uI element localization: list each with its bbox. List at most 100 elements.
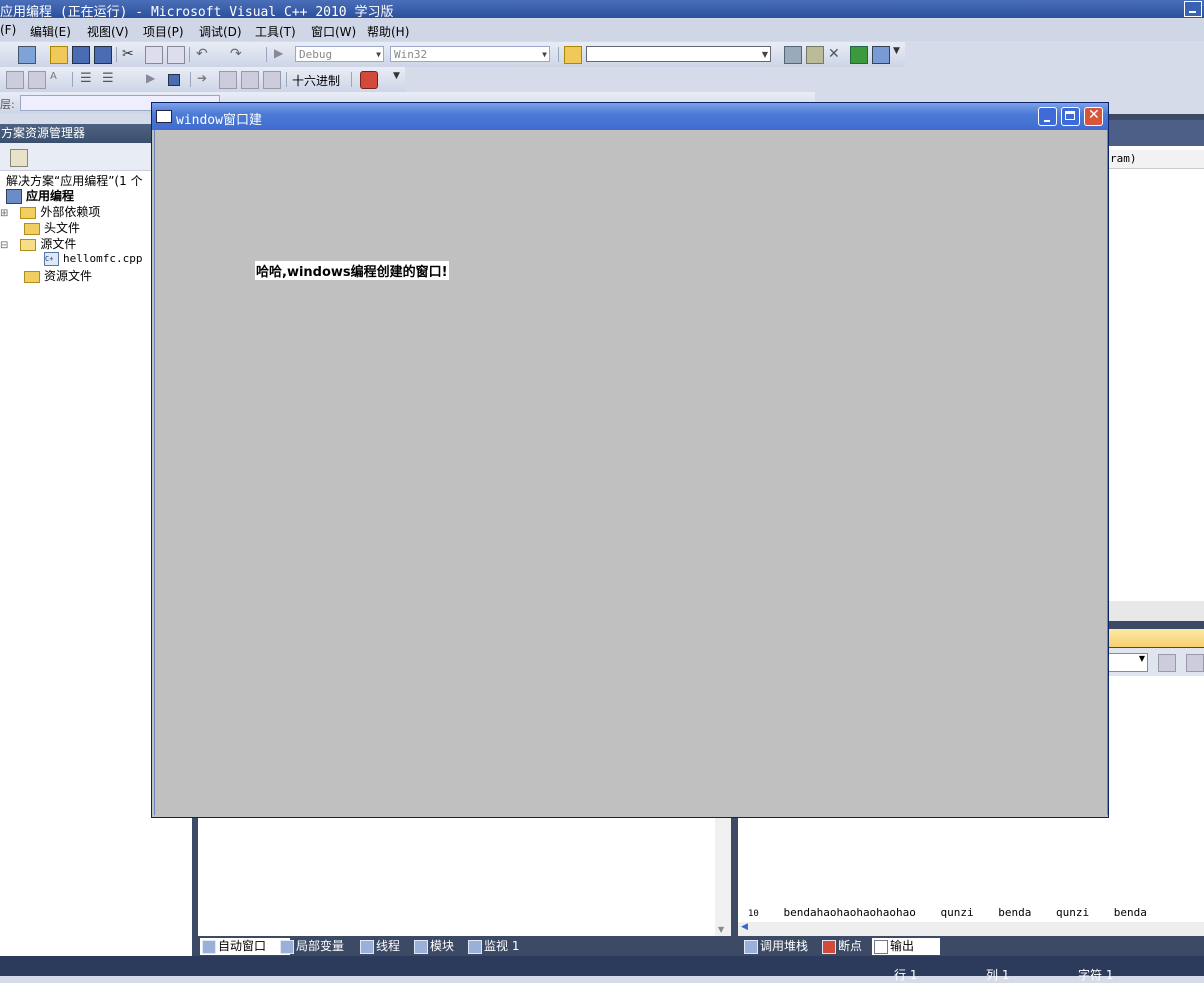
menu-view[interactable]: 视图(V) bbox=[87, 23, 129, 40]
tree-node-external-deps[interactable]: ⊞ 外部依赖项 bbox=[0, 203, 100, 220]
tree-node-cpp-file[interactable]: C+ hellomfc.cpp bbox=[44, 252, 142, 266]
menu-window[interactable]: 窗口(W) bbox=[311, 23, 356, 40]
output-toolbar: ▼ bbox=[1108, 648, 1204, 676]
tab-watch[interactable]: 监视 1 bbox=[466, 938, 519, 955]
call-stack-icon bbox=[744, 940, 758, 954]
step-over2-icon[interactable] bbox=[241, 71, 259, 89]
tab-label: 线程 bbox=[376, 939, 401, 953]
folder-icon bbox=[24, 270, 40, 283]
window-maximize-button[interactable] bbox=[1061, 107, 1080, 126]
project-node[interactable]: 应用编程 bbox=[6, 187, 74, 204]
uncomment-icon[interactable]: ☰ bbox=[102, 71, 118, 87]
menu-debug[interactable]: 调试(D) bbox=[199, 23, 242, 40]
tab-call-stack[interactable]: 调用堆栈 bbox=[742, 938, 808, 955]
scrollbar-horizontal[interactable]: ◀ bbox=[738, 922, 1204, 936]
goto-icon[interactable] bbox=[1158, 654, 1176, 672]
debug-toolbar: A ☰ ☰ ▶ ➔ 十六进制 ▼ bbox=[0, 67, 405, 92]
config-combo[interactable]: Debug ▼ bbox=[295, 46, 384, 62]
app-window-title: window窗口建 bbox=[176, 113, 262, 128]
paste-icon[interactable] bbox=[167, 46, 185, 64]
start-page-icon[interactable] bbox=[850, 46, 868, 64]
standard-toolbar: ✂ ↶ ↷ ▶ Debug ▼ Win32 ▼ ▼ ✕ ▼ bbox=[0, 42, 905, 67]
continue-icon[interactable]: ▶ bbox=[146, 71, 162, 87]
show-next-statement-icon[interactable]: ➔ bbox=[197, 71, 213, 87]
tab-modules[interactable]: 模块 bbox=[412, 938, 454, 955]
status-bar: 行 1 列 1 字符 1 bbox=[0, 956, 1204, 982]
tree-node-source-files[interactable]: ⊟ 源文件 bbox=[0, 235, 76, 252]
step-in-icon[interactable] bbox=[219, 71, 237, 89]
chevron-down-icon: ▼ bbox=[376, 50, 381, 59]
collapse-icon[interactable]: ⊟ bbox=[0, 240, 8, 251]
modules-window-icon bbox=[414, 940, 428, 954]
menu-project[interactable]: 项目(P) bbox=[143, 23, 184, 40]
step-out-icon[interactable] bbox=[263, 71, 281, 89]
platform-combo[interactable]: Win32 ▼ bbox=[390, 46, 550, 62]
toolbar-overflow-icon[interactable]: ▼ bbox=[393, 71, 409, 87]
scrollbar-vertical[interactable]: ▼ bbox=[715, 818, 731, 936]
splitter[interactable] bbox=[731, 818, 738, 956]
tab-threads[interactable]: 线程 bbox=[358, 938, 400, 955]
save-all-icon[interactable] bbox=[94, 46, 112, 64]
tab-label: 模块 bbox=[430, 939, 455, 953]
autos-window: ▼ bbox=[198, 818, 731, 936]
output-line: 10 bendahaohaohaohaohao qunzi benda qunz… bbox=[748, 906, 1147, 919]
comment-icon[interactable]: ☰ bbox=[80, 71, 96, 87]
output-word: qunzi bbox=[940, 906, 974, 919]
redo-icon[interactable]: ↷ bbox=[230, 46, 246, 62]
chevron-down-icon: ▼ bbox=[542, 50, 547, 59]
close-icon: ✕ bbox=[1088, 107, 1100, 123]
scroll-left-icon[interactable]: ◀ bbox=[741, 922, 748, 932]
app-window-client-area: 哈哈,windows编程创建的窗口! bbox=[154, 130, 1108, 815]
tools-icon[interactable]: ✕ bbox=[828, 46, 844, 62]
minimize-button[interactable] bbox=[1184, 1, 1202, 17]
output-word: qunzi bbox=[1056, 906, 1090, 919]
right-panel-combo[interactable]: ram) bbox=[1108, 150, 1204, 169]
toolbar-separator bbox=[189, 47, 190, 62]
tab-autos[interactable]: 自动窗口 bbox=[200, 938, 290, 955]
debug-tab-bar: 自动窗口 局部变量 线程 模块 监视 1 bbox=[198, 936, 731, 956]
menu-help[interactable]: 帮助(H) bbox=[367, 23, 409, 40]
expand-icon[interactable]: ⊞ bbox=[0, 208, 8, 219]
menu-file[interactable]: (F) bbox=[0, 23, 16, 37]
start-debug-icon[interactable]: ▶ bbox=[274, 46, 290, 62]
clear-icon[interactable] bbox=[1186, 654, 1204, 672]
save-icon[interactable] bbox=[72, 46, 90, 64]
tab-output[interactable]: 输出 bbox=[872, 938, 940, 955]
cut-icon[interactable]: ✂ bbox=[122, 46, 138, 62]
stop-icon[interactable] bbox=[168, 74, 180, 86]
hex-display-button[interactable]: 十六进制 bbox=[292, 72, 340, 89]
window-close-button[interactable]: ✕ bbox=[1084, 107, 1103, 126]
window-minimize-button[interactable] bbox=[1038, 107, 1057, 126]
tab-breakpoints[interactable]: 断点 bbox=[820, 938, 862, 955]
step-over-icon[interactable] bbox=[28, 71, 46, 89]
ide-title-bar: 应用编程 (正在运行) - Microsoft Visual C++ 2010 … bbox=[0, 0, 1204, 20]
app-window[interactable]: window窗口建 ✕ 哈哈,windows编程创建的窗口! bbox=[151, 102, 1109, 818]
tree-node-header-files[interactable]: 头文件 bbox=[24, 219, 80, 236]
properties-icon[interactable] bbox=[806, 46, 824, 64]
extension-manager-icon[interactable] bbox=[872, 46, 890, 64]
font-icon[interactable]: A bbox=[50, 71, 66, 87]
tree-node-resource-files[interactable]: 资源文件 bbox=[24, 267, 92, 284]
undo-icon[interactable]: ↶ bbox=[196, 46, 212, 62]
step-into-icon[interactable] bbox=[6, 71, 24, 89]
find-combo[interactable]: ▼ bbox=[586, 46, 771, 62]
output-word: benda bbox=[998, 906, 1032, 919]
find-icon[interactable] bbox=[784, 46, 802, 64]
toolbar-separator bbox=[558, 47, 559, 62]
solution-explorer-title: 方案资源管理器 bbox=[1, 126, 86, 140]
tab-locals[interactable]: 局部变量 bbox=[278, 938, 344, 955]
right-panel-header bbox=[1108, 120, 1204, 146]
menu-tools[interactable]: 工具(T) bbox=[255, 23, 296, 40]
app-window-title-bar[interactable]: window窗口建 ✕ bbox=[152, 103, 1108, 130]
new-project-icon[interactable] bbox=[18, 46, 36, 64]
hello-message: 哈哈,windows编程创建的窗口! bbox=[255, 261, 449, 280]
properties-icon[interactable] bbox=[10, 149, 28, 167]
copy-icon[interactable] bbox=[145, 46, 163, 64]
output-source-combo[interactable]: ▼ bbox=[1108, 653, 1148, 672]
scroll-down-icon[interactable]: ▼ bbox=[718, 925, 724, 934]
toolbar-overflow-icon[interactable]: ▼ bbox=[893, 46, 909, 62]
open-folder-icon[interactable] bbox=[50, 46, 68, 64]
menu-edit[interactable]: 编辑(E) bbox=[30, 23, 71, 40]
breakpoint-window-icon[interactable] bbox=[360, 71, 378, 89]
find-in-files-icon[interactable] bbox=[564, 46, 582, 64]
